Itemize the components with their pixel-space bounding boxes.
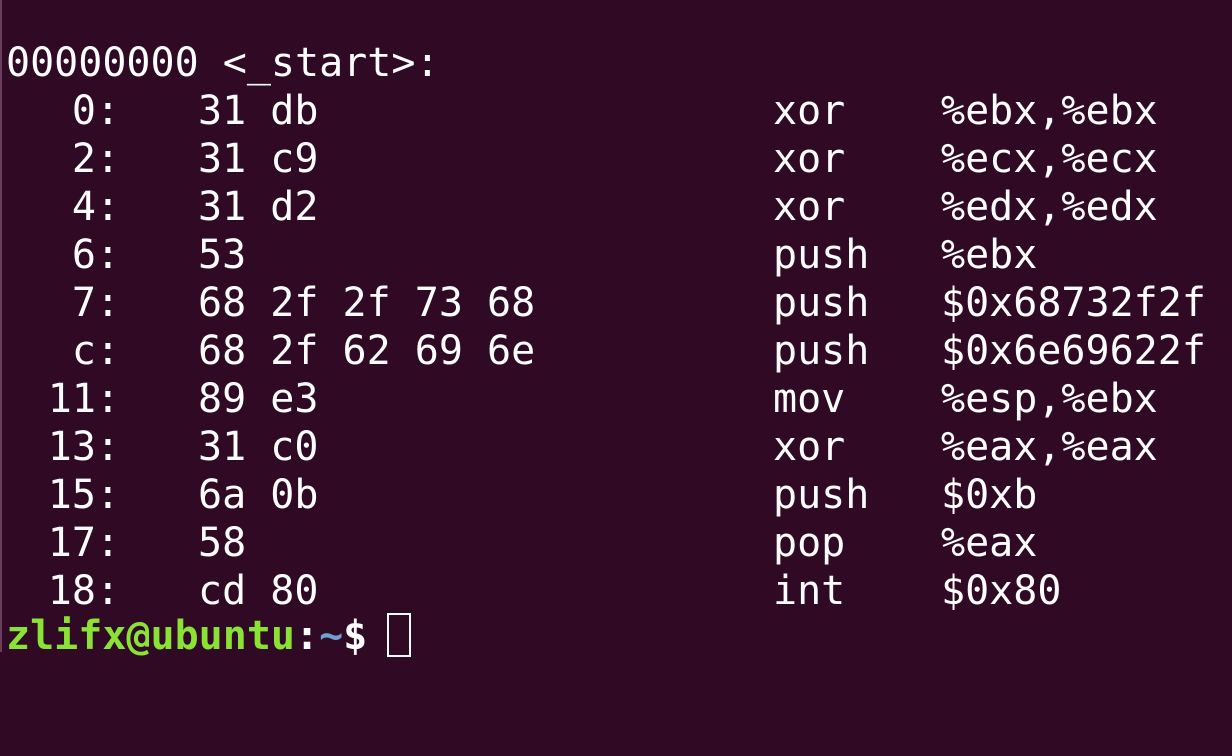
instruction-operands: $0x68732f2f	[941, 280, 1206, 326]
instruction-mnemonic: xor	[773, 424, 846, 470]
prompt-user-host: zlifx@ubuntu:~$	[6, 612, 367, 660]
instruction-bytes: 31 c9	[198, 136, 319, 182]
instruction-row: 7: 68 2f 2f 73 68 push $0x68732f2f	[0, 279, 1232, 327]
instruction-mnemonic: xor	[773, 184, 846, 230]
instruction-row: 4: 31 d2 xor %edx,%edx	[0, 183, 1232, 231]
instruction-bytes: 53	[198, 232, 247, 278]
section-label-text: 00000000 <_start>:	[6, 40, 440, 86]
prompt-symbol: $	[343, 613, 368, 659]
instruction-address: 4:	[71, 184, 120, 230]
instruction-address: 17:	[47, 520, 120, 566]
instruction-mnemonic: push	[773, 280, 870, 326]
instruction-bytes: 31 d2	[198, 184, 319, 230]
instruction-row: 15: 6a 0b push $0xb	[0, 471, 1232, 519]
instruction-row: 13: 31 c0 xor %eax,%eax	[0, 423, 1232, 471]
shell-prompt-line[interactable]: zlifx@ubuntu:~$	[0, 612, 1232, 660]
instruction-bytes: 68 2f 2f 73 68	[198, 280, 536, 326]
instruction-address: 7:	[71, 280, 120, 326]
instruction-bytes: 31 db	[198, 88, 319, 134]
instruction-bytes: 31 c0	[198, 424, 319, 470]
instruction-address: 18:	[47, 568, 120, 614]
instruction-address: 15:	[47, 472, 120, 518]
instruction-operands: $0x6e69622f	[941, 328, 1206, 374]
instruction-row: 0: 31 db xor %ebx,%ebx	[0, 87, 1232, 135]
prompt-user-host-text: zlifx@ubuntu	[6, 613, 295, 659]
disassembly-section-label: 00000000 <_start>:	[0, 39, 1232, 87]
instruction-bytes: 89 e3	[198, 376, 319, 422]
instruction-row: 6: 53 push %ebx	[0, 231, 1232, 279]
instruction-operands: %ecx,%ecx	[941, 136, 1158, 182]
instruction-row: 17: 58 pop %eax	[0, 519, 1232, 567]
instruction-bytes: 58	[198, 520, 247, 566]
instruction-bytes: 6a 0b	[198, 472, 319, 518]
instruction-mnemonic: xor	[773, 136, 846, 182]
instruction-mnemonic: pop	[773, 520, 846, 566]
instruction-operands: %esp,%ebx	[941, 376, 1158, 422]
terminal-window[interactable]: 00000000 <_start>: 0: 31 db xor %ebx,%ebx 2:…	[0, 0, 1232, 659]
prompt-path: ~	[319, 613, 344, 659]
instruction-address: 2:	[71, 136, 120, 182]
instruction-mnemonic: xor	[773, 88, 846, 134]
instruction-bytes: cd 80	[198, 568, 319, 614]
instruction-mnemonic: int	[773, 568, 846, 614]
instruction-address: 6:	[71, 232, 120, 278]
instruction-operands: %eax	[941, 520, 1038, 566]
instruction-mnemonic: push	[773, 328, 870, 374]
instruction-mnemonic: push	[773, 472, 870, 518]
instruction-operands: $0xb	[941, 472, 1038, 518]
instruction-address: 11:	[47, 376, 120, 422]
instruction-mnemonic: push	[773, 232, 870, 278]
instruction-operands: %eax,%eax	[941, 424, 1158, 470]
instruction-row: 11: 89 e3 mov %esp,%ebx	[0, 375, 1232, 423]
instruction-operands: %edx,%edx	[941, 184, 1158, 230]
instruction-row: 18: cd 80 int $0x80	[0, 567, 1232, 615]
instruction-row: 2: 31 c9 xor %ecx,%ecx	[0, 135, 1232, 183]
instruction-operands: %ebx,%ebx	[941, 88, 1158, 134]
instruction-operands: $0x80	[941, 568, 1062, 614]
prompt-colon: :	[294, 613, 320, 659]
instruction-bytes: 68 2f 62 69 6e	[198, 328, 536, 374]
text-cursor[interactable]	[387, 613, 411, 657]
instruction-address: c:	[71, 328, 120, 374]
instruction-mnemonic: mov	[773, 376, 846, 422]
instruction-address: 13:	[47, 424, 120, 470]
instruction-operands: %ebx	[941, 232, 1038, 278]
instruction-address: 0:	[71, 88, 120, 134]
instruction-row: c: 68 2f 62 69 6e push $0x6e69622f	[0, 327, 1232, 375]
